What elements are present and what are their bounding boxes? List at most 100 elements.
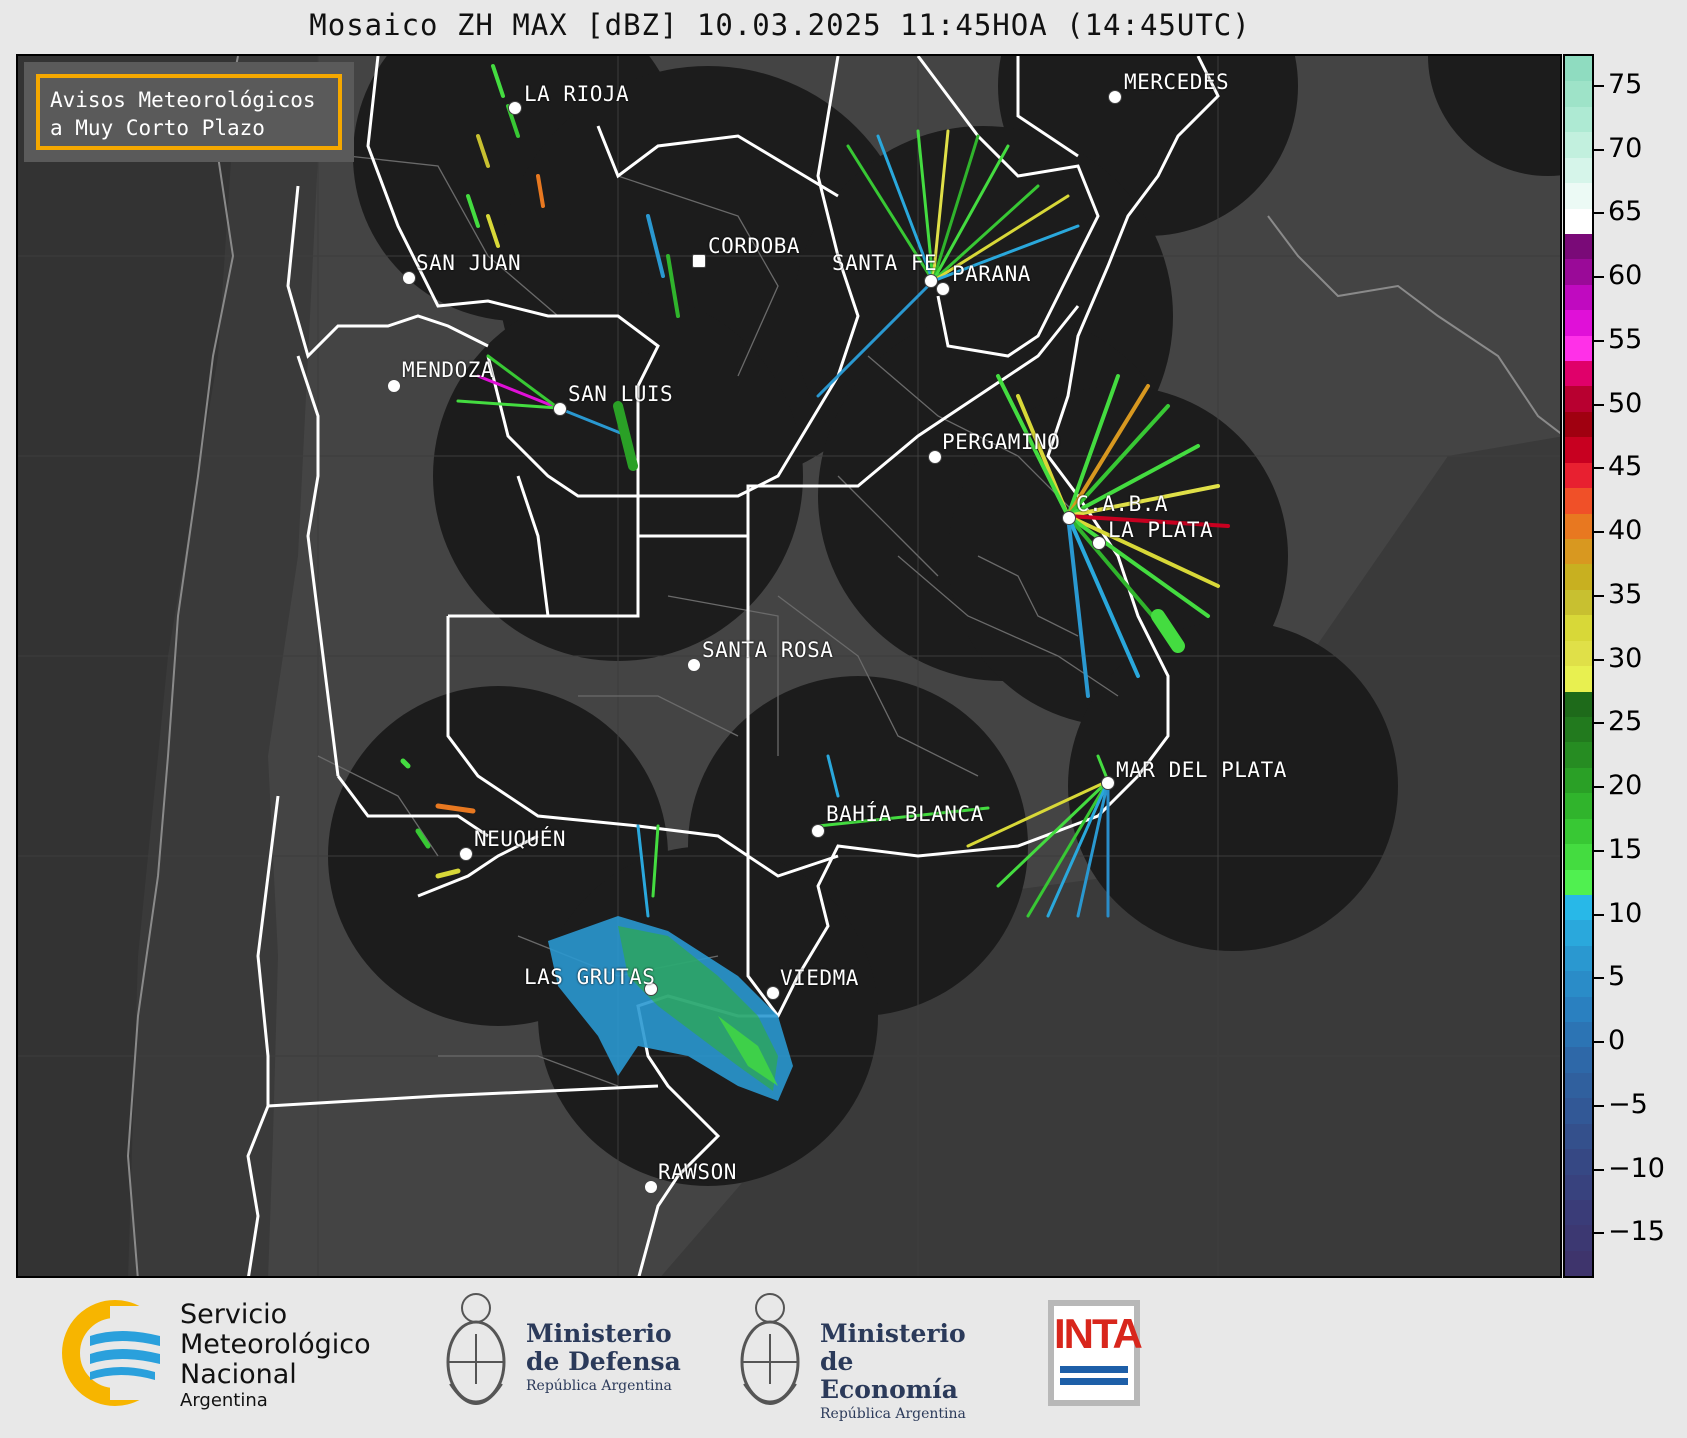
colorbar-segment [1565,539,1592,565]
colorbar-segment [1565,844,1592,870]
defensa-logo[interactable]: Ministerio de Defensa República Argentin… [440,1284,700,1424]
city-dot-rawson[interactable] [644,1180,658,1194]
economia-line-1: Ministerio [820,1319,966,1348]
colorbar-segment [1565,1022,1592,1048]
city-dot-cordoba[interactable] [692,254,706,268]
city-label-las-grutas: LAS GRUTAS [524,965,656,989]
colorbar-tick-label: 15 [1608,833,1643,865]
colorbar [1563,54,1594,1278]
colorbar-tick-label: 70 [1608,132,1643,164]
city-dot-bahia-blanca[interactable] [811,824,825,838]
colorbar-segment [1565,615,1592,641]
colorbar-segment [1565,233,1592,260]
notice-box[interactable]: Avisos Meteorológicos a Muy Corto Plazo [36,74,342,150]
smn-logo[interactable]: Servicio Meteorológico Nacional Argentin… [60,1298,460,1411]
colorbar-tick [1594,531,1604,534]
city-label-parana: PARANA [952,262,1031,286]
colorbar-tick [1594,1232,1604,1235]
smn-line-2: Meteorológico [180,1329,371,1360]
colorbar-segment [1565,386,1592,412]
colorbar-segment [1565,818,1592,845]
colorbar-segment [1565,1047,1592,1073]
inta-stripe-2 [1060,1378,1128,1385]
city-label-caba: C.A.B.A [1076,492,1169,516]
colorbar-tick [1594,849,1604,852]
colorbar-segment [1565,132,1592,158]
city-dot-santa-rosa[interactable] [687,658,701,672]
city-dot-viedma[interactable] [766,986,780,1000]
colorbar-tick-label: 35 [1608,578,1643,610]
city-label-san-luis: SAN LUIS [568,382,674,406]
defensa-line-3: República Argentina [526,1378,672,1394]
radar-map[interactable]: Avisos Meteorológicos a Muy Corto Plazo … [16,54,1562,1278]
colorbar-segment [1565,691,1592,717]
colorbar-segment [1565,945,1592,972]
city-dot-neuquen[interactable] [459,847,473,861]
colorbar-segment [1565,793,1592,819]
city-label-bahia-blanca: BAHÍA BLANCA [826,802,984,826]
colorbar-tick [1594,722,1604,725]
colorbar-tick-label: 5 [1608,961,1626,993]
colorbar-tick [1594,1104,1604,1107]
colorbar-tick [1594,786,1604,789]
smn-line-3: Nacional [180,1359,297,1390]
city-label-pergamino: PERGAMINO [942,430,1061,454]
inta-stripe-1 [1060,1366,1128,1373]
colorbar-tick [1594,1168,1604,1171]
colorbar-segment [1565,564,1592,590]
map-title: Mosaico ZH MAX [dBZ] 10.03.2025 11:45HOA… [309,8,1251,42]
colorbar-segment [1565,462,1592,489]
colorbar-segment [1565,335,1592,362]
colorbar-segment [1565,361,1592,387]
inta-logo[interactable]: INTA [1048,1300,1143,1406]
footer-logos: Servicio Meteorológico Nacional Argentin… [0,1278,1687,1438]
city-dot-san-luis[interactable] [553,402,567,416]
colorbar-segment [1565,716,1592,743]
colorbar-tick [1594,658,1604,661]
colorbar-segment [1565,183,1592,209]
city-dot-pergamino[interactable] [928,450,942,464]
colorbar-segment [1565,284,1592,311]
city-dot-la-plata[interactable] [1092,536,1106,550]
colorbar-segment [1565,513,1592,540]
smn-line-4: Argentina [180,1390,268,1411]
colorbar-tick [1594,148,1604,151]
colorbar-tick [1594,594,1604,597]
city-dot-la-rioja[interactable] [508,101,522,115]
city-label-san-juan: SAN JUAN [416,251,522,275]
colorbar-tick [1594,276,1604,279]
city-dot-san-juan[interactable] [402,271,416,285]
city-dot-caba[interactable] [1062,511,1076,525]
colorbar-tick-label: 25 [1608,706,1643,738]
notice-line-1: Avisos Meteorológicos [50,88,316,112]
colorbar-segment [1565,157,1592,184]
defensa-line-2: de Defensa [526,1347,681,1376]
colorbar-tick-label: 10 [1608,897,1643,929]
defensa-line-1: Ministerio [526,1319,672,1348]
colorbar-tick-label: 50 [1608,387,1643,419]
colorbar-tick-label: 65 [1608,196,1643,228]
colorbar-segment [1565,310,1592,336]
inta-text: INTA [1054,1310,1143,1357]
colorbar-tick-label: 30 [1608,642,1643,674]
colorbar-segment [1565,1149,1592,1175]
city-dot-mendoza[interactable] [387,379,401,393]
colorbar-segment [1565,1072,1592,1099]
city-label-santa-fe: SANTA FE [832,251,938,275]
colorbar-segment [1565,1098,1592,1124]
colorbar-tick-label: −5 [1608,1088,1648,1120]
colorbar-tick [1594,403,1604,406]
city-label-cordoba: CORDOBA [708,234,801,258]
city-dot-mar-del-plata[interactable] [1101,776,1115,790]
economia-logo[interactable]: Ministerio de Economía República Argenti… [734,1284,994,1424]
colorbar-tick [1594,339,1604,342]
economia-line-2: de Economía [820,1347,958,1404]
city-dot-parana[interactable] [936,282,950,296]
colorbar-tick-label: 40 [1608,515,1643,547]
city-label-viedma: VIEDMA [780,966,859,990]
colorbar-segment [1565,488,1592,514]
colorbar-segment [1565,1250,1592,1277]
colorbar-tick-label: −15 [1608,1216,1665,1248]
city-dot-mercedes[interactable] [1108,90,1122,104]
city-label-mendoza: MENDOZA [402,358,495,382]
